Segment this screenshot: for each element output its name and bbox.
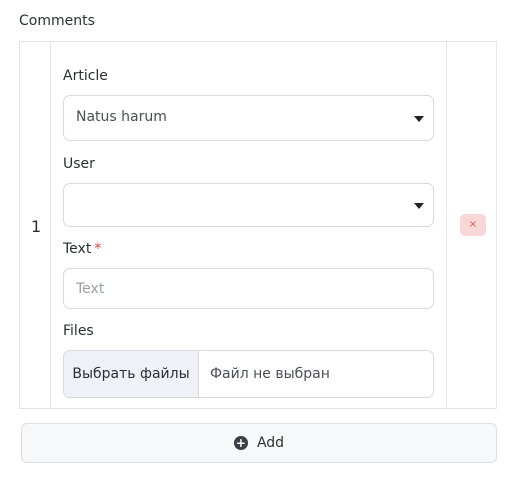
row-index: 1 <box>31 217 42 236</box>
file-input[interactable]: Выбрать файлы Файл не выбран <box>63 350 434 398</box>
chevron-down-icon <box>414 116 424 122</box>
remove-row-button[interactable]: × <box>460 214 486 236</box>
files-label: Files <box>63 323 94 339</box>
article-select-value: Natus harum <box>76 109 167 125</box>
user-label: User <box>63 156 95 172</box>
close-icon: × <box>468 219 478 230</box>
add-comment-button[interactable]: + Add <box>21 423 497 463</box>
choose-files-button[interactable]: Выбрать файлы <box>64 351 199 397</box>
user-select[interactable] <box>63 183 434 227</box>
article-select[interactable]: Natus harum <box>63 95 434 141</box>
row-index-column: 1 <box>20 42 51 408</box>
plus-circle-icon: + <box>233 436 248 450</box>
required-mark: * <box>94 241 102 257</box>
comment-repeater-row: 1 Article Natus harum User Text* Files В… <box>19 41 497 409</box>
text-label: Text * <box>63 241 101 257</box>
article-label: Article <box>63 68 108 84</box>
file-status-text: Файл не выбран <box>210 366 330 382</box>
text-input[interactable] <box>63 268 434 309</box>
text-label-text: Text <box>63 241 92 257</box>
row-actions-column: × <box>446 42 498 408</box>
chevron-down-icon <box>414 203 424 209</box>
comments-section-title: Comments <box>19 13 95 29</box>
add-button-label: Add <box>256 435 285 451</box>
